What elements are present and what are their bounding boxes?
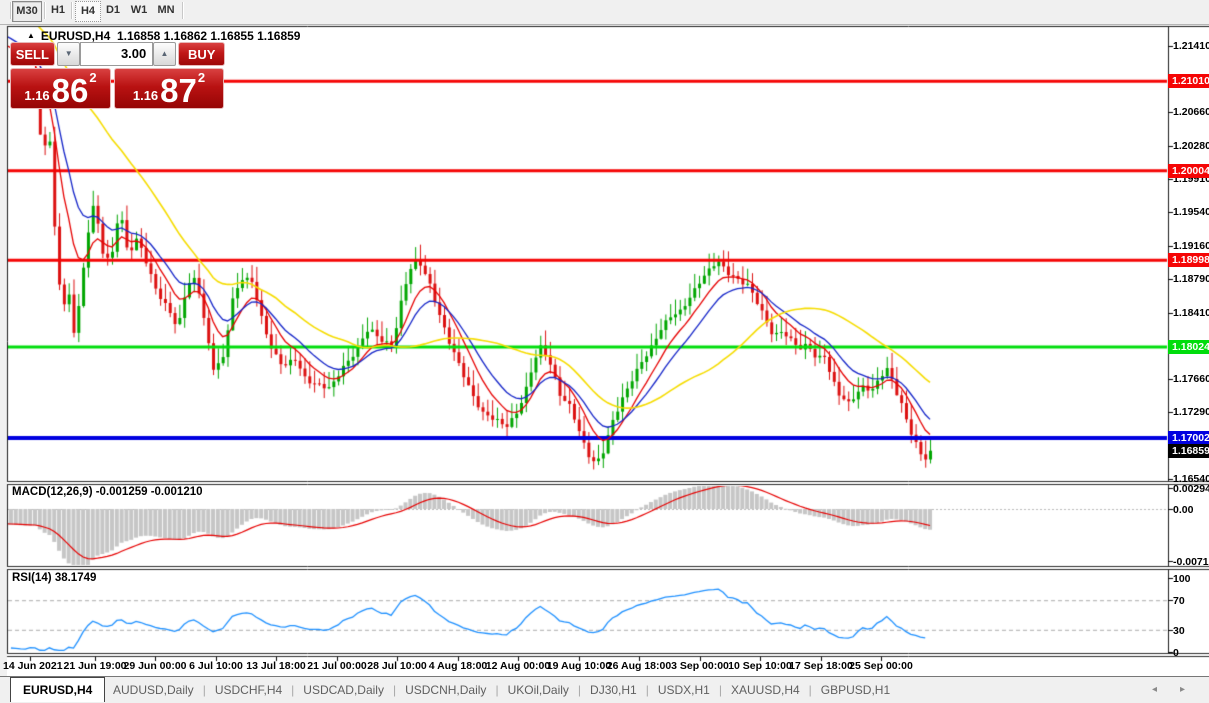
buy-price-box[interactable]: 1.16 87 2 — [114, 68, 224, 109]
date-tick-label: 10 Sep 10:00 — [728, 660, 792, 672]
tab-usdcnh-daily[interactable]: USDCNH,Daily — [396, 683, 495, 697]
price-tick: 1.20280 — [1173, 140, 1209, 152]
date-tick-label: 28 Jul 10:00 — [367, 660, 427, 672]
chart-tab-bar: EURUSD,H4 AUDUSD,Daily|USDCHF,H4|USDCAD,… — [0, 676, 1209, 703]
level-price-label: 1.18998 — [1168, 253, 1209, 267]
date-tick-label: 12 Aug 00:00 — [486, 660, 550, 672]
one-click-trade-panel: SELL ▼ 3.00 ▲ BUY 1.16 86 2 1.16 87 2 — [10, 42, 225, 109]
level-price-label: 1.18024 — [1168, 340, 1209, 354]
price-tick: 1.19540 — [1173, 206, 1209, 218]
buy-price-pips: 87 — [160, 76, 197, 106]
rsi-tick: 30 — [1173, 625, 1185, 637]
date-tick-label: 6 Jul 10:00 — [189, 660, 243, 672]
macd-tick: -0.007151 — [1173, 556, 1209, 568]
tf-button-MN[interactable]: MN — [154, 1, 178, 20]
sell-price-box[interactable]: 1.16 86 2 — [10, 68, 111, 109]
sell-price-point: 2 — [89, 69, 96, 84]
tf-button-H1[interactable]: H1 — [47, 1, 69, 20]
buy-price-prefix: 1.16 — [133, 86, 158, 106]
ohlc-values: 1.16858 1.16862 1.16855 1.16859 — [117, 29, 301, 43]
date-tick-label: 13 Jul 18:00 — [246, 660, 306, 672]
macd-tick: 0.00 — [1173, 504, 1193, 516]
toolbar-separator — [44, 2, 46, 19]
date-axis[interactable]: 14 Jun 202121 Jun 19:0029 Jun 00:006 Jul… — [7, 657, 1209, 676]
price-tick: 1.18410 — [1173, 307, 1209, 319]
macd-tick: 0.002947 — [1173, 483, 1209, 495]
sell-price-pips: 86 — [52, 76, 89, 106]
tf-button-5[interactable]: 5 — [0, 1, 8, 20]
date-tick-label: 26 Aug 18:00 — [607, 660, 671, 672]
tf-button-M30[interactable]: M30 — [12, 1, 42, 22]
date-tick-label: 21 Jun 19:00 — [63, 660, 126, 672]
macd-indicator-label: MACD(12,26,9) -0.001259 -0.001210 — [12, 486, 203, 498]
tab-audusd-daily[interactable]: AUDUSD,Daily — [104, 683, 203, 697]
symbol-label: EURUSD,H4 — [41, 29, 110, 43]
toolbar-separator — [10, 2, 12, 19]
tab-xauusd-h4[interactable]: XAUUSD,H4 — [722, 683, 809, 697]
trade-controls-row: SELL ▼ 3.00 ▲ BUY — [10, 42, 225, 66]
trade-quotes-row: 1.16 86 2 1.16 87 2 — [10, 68, 225, 109]
tab-usdchf-h4[interactable]: USDCHF,H4 — [206, 683, 291, 697]
date-tick-label: 21 Jul 00:00 — [307, 660, 367, 672]
volume-increase-button[interactable]: ▲ — [153, 42, 175, 66]
date-tick-label: 3 Sep 00:00 — [671, 660, 729, 672]
buy-price-point: 2 — [198, 69, 205, 84]
tab-usdcad-daily[interactable]: USDCAD,Daily — [294, 683, 393, 697]
date-tick-label: 29 Jun 00:00 — [123, 660, 186, 672]
price-tick: 1.19160 — [1173, 240, 1209, 252]
tf-button-D1[interactable]: D1 — [102, 1, 124, 20]
tab-scroll-right-icon[interactable]: ▸ — [1180, 684, 1185, 695]
tf-button-W1[interactable]: W1 — [128, 1, 150, 20]
rsi-tick: 100 — [1173, 573, 1191, 585]
rsi-indicator-label: RSI(14) 38.1749 — [12, 572, 96, 584]
rsi-tick: 70 — [1173, 595, 1185, 607]
date-tick-label: 25 Sep 00:00 — [849, 660, 913, 672]
price-tick: 1.21410 — [1173, 40, 1209, 52]
tab-usdx-h1[interactable]: USDX,H1 — [649, 683, 719, 697]
price-tick: 1.18790 — [1173, 273, 1209, 285]
level-price-label: 1.21010 — [1168, 74, 1209, 88]
current-price-label: 1.16859 — [1168, 444, 1209, 458]
date-tick-label: 14 Jun 2021 — [3, 660, 63, 672]
sell-button[interactable]: SELL — [10, 42, 55, 66]
level-price-label: 1.20004 — [1168, 164, 1209, 178]
date-tick-label: 4 Aug 18:00 — [429, 660, 488, 672]
timeframe-toolbar: 5M30 H1 H4D1W1MN — [0, 0, 1209, 25]
inactive-tabs: AUDUSD,Daily|USDCHF,H4|USDCAD,Daily|USDC… — [104, 677, 899, 702]
expander-triangle-icon[interactable]: ▲ — [27, 31, 35, 40]
chart-title: ▲ EURUSD,H4 1.16858 1.16862 1.16855 1.168… — [27, 29, 300, 43]
volume-input[interactable]: 3.00 — [80, 42, 153, 66]
date-tick-label: 19 Aug 10:00 — [547, 660, 611, 672]
tab-ukoil-daily[interactable]: UKOil,Daily — [499, 683, 578, 697]
buy-button[interactable]: BUY — [178, 42, 225, 66]
toolbar-separator — [182, 2, 184, 19]
date-tick-label: 17 Sep 18:00 — [789, 660, 853, 672]
toolbar-separator — [71, 2, 73, 19]
tab-scroll-left-icon[interactable]: ◂ — [1152, 684, 1157, 695]
sell-price-prefix: 1.16 — [24, 86, 49, 106]
price-axis[interactable]: 1.214101.206601.202801.199101.195401.191… — [1169, 26, 1209, 657]
price-tick: 1.17290 — [1173, 406, 1209, 418]
tab-eurusd-h4[interactable]: EURUSD,H4 — [10, 677, 105, 702]
tf-button-H4[interactable]: H4 — [75, 1, 101, 22]
price-tick: 1.20660 — [1173, 106, 1209, 118]
volume-decrease-button[interactable]: ▼ — [57, 42, 79, 66]
price-tick: 1.17660 — [1173, 373, 1209, 385]
tab-gbpusd-h1[interactable]: GBPUSD,H1 — [812, 683, 899, 697]
tab-dj30-h1[interactable]: DJ30,H1 — [581, 683, 646, 697]
